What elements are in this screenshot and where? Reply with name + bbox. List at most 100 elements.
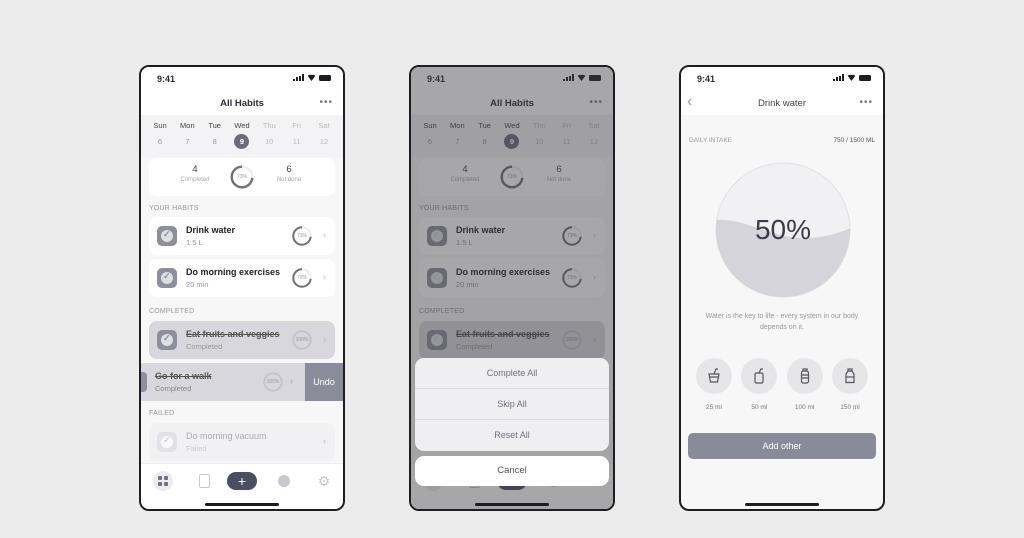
battery-icon bbox=[319, 75, 331, 81]
battery-icon bbox=[859, 75, 871, 81]
tab-home-grid-icon[interactable] bbox=[153, 471, 173, 491]
water-percent: 50% bbox=[754, 214, 812, 245]
bottle-small-icon[interactable] bbox=[786, 358, 823, 394]
day-mon[interactable]: Mon 7 bbox=[177, 121, 197, 157]
status-time: 9:41 bbox=[157, 74, 176, 84]
portion-150ml[interactable]: 150 ml bbox=[831, 358, 869, 411]
reset-all-button[interactable]: Reset All bbox=[415, 420, 609, 451]
water-quote: Water is the key to life - every system … bbox=[705, 313, 859, 331]
habit-title: Do morning exercises bbox=[186, 267, 281, 277]
summary-progress-label: 73% bbox=[236, 174, 247, 180]
section-failed: FAILED bbox=[149, 410, 175, 417]
habit-badge-icon bbox=[157, 268, 177, 288]
can-straw-icon[interactable] bbox=[741, 358, 778, 394]
portion-100ml[interactable]: 100 ml bbox=[786, 358, 824, 411]
phone-all-habits: 9:41 All Habits ••• Sun 6 Mon 7 Tue 8 Wed 9 Thu 1… bbox=[139, 65, 345, 511]
habit-badge-icon bbox=[157, 432, 177, 452]
habit-subtitle: Completed bbox=[186, 342, 223, 351]
daily-intake-value: 750 / 1500 ML bbox=[833, 137, 875, 144]
portion-label: 150 ml bbox=[840, 404, 860, 411]
habit-badge-icon bbox=[157, 226, 177, 246]
wifi-icon bbox=[847, 74, 856, 81]
day-sun[interactable]: Sun 6 bbox=[150, 121, 170, 157]
more-icon[interactable]: ••• bbox=[859, 97, 873, 108]
more-icon[interactable]: ••• bbox=[319, 97, 333, 108]
day-thu[interactable]: Thu 10 bbox=[259, 121, 279, 157]
habit-progress-ring: 100% bbox=[291, 329, 313, 351]
habit-progress-label: 73% bbox=[296, 233, 307, 239]
habit-card-eat-fruits[interactable]: Eat fruits and veggies Completed 100% › bbox=[149, 321, 335, 359]
habit-title: Go for a walk bbox=[155, 371, 212, 381]
day-name: Fri bbox=[292, 121, 302, 130]
page-title: All Habits bbox=[220, 98, 264, 109]
habit-progress-label: 73% bbox=[296, 275, 307, 281]
habit-badge-icon bbox=[157, 330, 177, 350]
phone-action-sheet: 9:41 All Habits ••• Sun 6 Mon 7 Tue 8 Wed 9 Thu 1… bbox=[409, 65, 615, 511]
day-date: 12 bbox=[319, 137, 329, 146]
day-name: Sun bbox=[153, 121, 167, 130]
complete-all-button[interactable]: Complete All bbox=[415, 358, 609, 389]
day-name: Tue bbox=[208, 121, 221, 130]
skip-all-button[interactable]: Skip All bbox=[415, 389, 609, 420]
add-other-button[interactable]: Add other bbox=[688, 433, 876, 459]
home-indicator bbox=[205, 503, 279, 506]
habit-subtitle: 20 min bbox=[186, 280, 209, 289]
undo-button[interactable]: Undo bbox=[305, 363, 343, 401]
day-name: Sat bbox=[318, 121, 330, 130]
day-date: 7 bbox=[185, 137, 190, 146]
portion-label: 50 ml bbox=[751, 404, 768, 411]
day-wed[interactable]: Wed 9 bbox=[232, 121, 252, 157]
nav-bar: ‹ Drink water ••• bbox=[681, 89, 883, 115]
not-done-label: Not done bbox=[276, 177, 302, 183]
chevron-right-icon: › bbox=[323, 334, 326, 344]
chevron-right-icon: › bbox=[323, 436, 326, 446]
habit-card-drink-water[interactable]: Drink water 1.5 L 73% › bbox=[149, 217, 335, 255]
day-name: Thu bbox=[262, 121, 276, 130]
day-sat[interactable]: Sat 12 bbox=[314, 121, 334, 157]
habit-card-go-for-walk-swiped[interactable]: Go for a walk Completed 100% › Undo bbox=[141, 363, 343, 401]
status-time: 9:41 bbox=[697, 74, 716, 84]
habit-badge-icon bbox=[141, 372, 147, 392]
habit-title: Drink water bbox=[186, 225, 236, 235]
bottle-large-icon[interactable] bbox=[831, 358, 868, 394]
chevron-right-icon: › bbox=[323, 230, 326, 240]
signal-icon bbox=[833, 74, 844, 81]
summary-progress-ring: 73% bbox=[229, 164, 255, 190]
tab-settings-gear-icon[interactable]: ⚙ bbox=[315, 472, 333, 490]
add-habit-button[interactable]: + bbox=[227, 472, 257, 490]
habit-progress-label: 100% bbox=[266, 379, 280, 385]
day-fri[interactable]: Fri 11 bbox=[287, 121, 307, 157]
day-date: 9 bbox=[234, 134, 250, 149]
completed-count: 4 bbox=[192, 164, 198, 175]
habit-card-morning-vacuum[interactable]: Do morning vacuum Failed › bbox=[149, 423, 335, 461]
wifi-icon bbox=[307, 74, 316, 81]
nav-bar: All Habits ••• bbox=[141, 89, 343, 115]
chevron-right-icon: › bbox=[323, 272, 326, 282]
tab-clipboard-icon[interactable] bbox=[195, 472, 213, 490]
portion-options: 25 ml 50 ml 100 ml 150 ml bbox=[695, 358, 869, 411]
habit-title: Eat fruits and veggies bbox=[186, 329, 280, 339]
cup-straw-icon[interactable] bbox=[696, 358, 732, 394]
daily-intake-label: DAILY INTAKE bbox=[689, 137, 732, 144]
home-indicator bbox=[745, 503, 819, 506]
summary-card: 4 Completed 73% 6 Not done bbox=[149, 158, 335, 196]
section-completed: COMPLETED bbox=[149, 308, 195, 315]
day-tue[interactable]: Tue 8 bbox=[205, 121, 225, 157]
habit-progress-ring: 73% bbox=[291, 267, 313, 289]
day-name: Mon bbox=[180, 121, 195, 130]
portion-25ml[interactable]: 25 ml bbox=[695, 358, 733, 411]
completed-stat: 4 Completed bbox=[165, 164, 225, 183]
habit-card-morning-exercises[interactable]: Do morning exercises 20 min 73% › bbox=[149, 259, 335, 297]
tab-bar: + ⚙ bbox=[141, 463, 343, 509]
portion-50ml[interactable]: 50 ml bbox=[740, 358, 778, 411]
cancel-button[interactable]: Cancel bbox=[415, 456, 609, 486]
not-done-stat: 6 Not done bbox=[259, 164, 319, 183]
portion-label: 100 ml bbox=[794, 404, 815, 411]
section-your-habits: YOUR HABITS bbox=[149, 205, 199, 212]
day-name: Wed bbox=[234, 121, 250, 130]
tab-clock-icon[interactable] bbox=[275, 472, 293, 490]
status-bar: 9:41 bbox=[681, 67, 883, 89]
action-sheet: Complete All Skip All Reset All bbox=[415, 358, 609, 451]
habit-progress-ring: 100% bbox=[262, 371, 284, 393]
day-date: 11 bbox=[292, 137, 301, 146]
